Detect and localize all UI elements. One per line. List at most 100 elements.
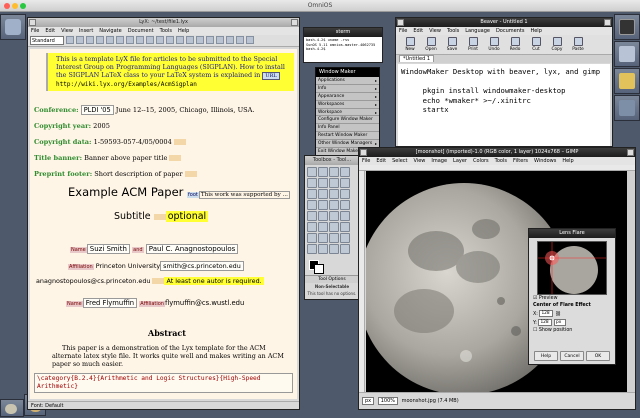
paragraph-style-select[interactable]: Standard bbox=[30, 36, 64, 45]
ert-note[interactable]: This is a template LyX file for articles… bbox=[46, 53, 294, 91]
redo-button[interactable]: Redo bbox=[505, 35, 525, 54]
pencil-icon[interactable] bbox=[340, 222, 350, 232]
menu-language[interactable]: Language bbox=[465, 28, 490, 34]
update-icon[interactable] bbox=[226, 36, 234, 44]
fg-bg-colors[interactable] bbox=[307, 259, 357, 274]
table-icon[interactable] bbox=[196, 36, 204, 44]
url-inset-label[interactable]: URL bbox=[262, 72, 280, 80]
footnote-inset-label[interactable]: foot bbox=[187, 192, 199, 198]
eraser-icon[interactable] bbox=[318, 233, 328, 243]
minimize-icon[interactable] bbox=[360, 149, 367, 156]
vertical-scrollbar[interactable] bbox=[627, 171, 635, 393]
author-2[interactable]: Paul C. Anagnostopoulos bbox=[145, 244, 239, 254]
sterm-titlebar[interactable]: sterm bbox=[304, 28, 382, 37]
spell-icon[interactable] bbox=[246, 36, 254, 44]
perspective-icon[interactable] bbox=[318, 211, 328, 221]
menu-view[interactable]: View bbox=[61, 28, 73, 34]
save-button[interactable]: Save bbox=[442, 35, 462, 54]
menu-insert[interactable]: Insert bbox=[79, 28, 93, 34]
email-1[interactable]: smith@cs.princeton.edu bbox=[160, 261, 244, 271]
redo-icon[interactable] bbox=[116, 36, 124, 44]
beaver-titlebar[interactable]: Beaver - Untitled 1 bbox=[396, 18, 612, 27]
paths-icon[interactable] bbox=[340, 178, 350, 188]
dock-tile-monitor[interactable] bbox=[614, 95, 640, 121]
move-icon[interactable] bbox=[340, 189, 350, 199]
zoom-icon[interactable] bbox=[318, 189, 328, 199]
menu-tools[interactable]: Tools bbox=[447, 28, 459, 34]
name-inset-label[interactable]: Name bbox=[66, 301, 83, 307]
ok-button[interactable]: OK bbox=[586, 351, 610, 361]
menu-item-workspaces[interactable]: Workspaces bbox=[316, 101, 379, 109]
noun-icon[interactable] bbox=[176, 36, 184, 44]
bucket-fill-icon[interactable] bbox=[318, 222, 328, 232]
menu-select[interactable]: Select bbox=[392, 158, 407, 164]
footnote-text[interactable]: This work was supported by ... bbox=[198, 191, 290, 199]
print-button[interactable]: Print bbox=[463, 35, 483, 54]
paintbrush-icon[interactable] bbox=[307, 233, 317, 243]
affiliation-inset-label[interactable]: Affiliation bbox=[139, 301, 165, 307]
ink-icon[interactable] bbox=[340, 233, 350, 243]
undo-button[interactable]: Undo bbox=[484, 35, 504, 54]
x-input[interactable]: 128 bbox=[539, 310, 554, 317]
print-icon[interactable] bbox=[96, 36, 104, 44]
menu-file[interactable]: File bbox=[362, 158, 370, 164]
ellipse-select-icon[interactable] bbox=[318, 167, 328, 177]
gimp-titlebar[interactable]: [moonshot] (imported)-1.0 (RGB color, 1 … bbox=[359, 148, 635, 157]
color-picker-icon[interactable] bbox=[307, 189, 317, 199]
new-doc-icon[interactable] bbox=[66, 36, 74, 44]
menu-navigate[interactable]: Navigate bbox=[99, 28, 121, 34]
name-inset-label[interactable]: Name bbox=[70, 247, 87, 253]
author-3[interactable]: Fred Flymuffin bbox=[82, 298, 138, 308]
toc-icon[interactable] bbox=[236, 36, 244, 44]
lyx-document[interactable]: This is a template LyX file for articles… bbox=[30, 49, 297, 399]
save-icon[interactable] bbox=[86, 36, 94, 44]
math-icon[interactable] bbox=[186, 36, 194, 44]
conference-name-inset[interactable]: PLDI '05 bbox=[80, 105, 114, 115]
undo-icon[interactable] bbox=[106, 36, 114, 44]
paste-icon[interactable] bbox=[146, 36, 154, 44]
figure-icon[interactable] bbox=[206, 36, 214, 44]
menu-item-restart[interactable]: Restart Window Maker bbox=[316, 132, 379, 141]
align-icon[interactable] bbox=[307, 200, 317, 210]
preview-checkbox-row[interactable]: ☑ Preview bbox=[529, 295, 615, 302]
smudge-icon[interactable] bbox=[329, 244, 339, 254]
free-select-icon[interactable] bbox=[329, 167, 339, 177]
rotate-icon[interactable] bbox=[329, 200, 339, 210]
menu-item-appearance[interactable]: Appearance bbox=[316, 93, 379, 101]
lens-flare-titlebar[interactable]: Lens Flare bbox=[529, 229, 615, 238]
rect-select-icon[interactable] bbox=[307, 167, 317, 177]
menu-item-workspace[interactable]: Workspace bbox=[316, 109, 379, 117]
toolbox-titlebar[interactable]: Toolbox - Tool... bbox=[305, 156, 359, 165]
menu-edit[interactable]: Edit bbox=[45, 28, 55, 34]
vertical-ruler[interactable] bbox=[359, 171, 365, 393]
dodge-burn-icon[interactable] bbox=[340, 244, 350, 254]
menu-item-info-panel[interactable]: Info Panel bbox=[316, 124, 379, 133]
menu-layer[interactable]: Layer bbox=[453, 158, 467, 164]
unit-select[interactable]: px bbox=[362, 397, 375, 405]
menu-documents[interactable]: Documents bbox=[496, 28, 525, 34]
menu-filters[interactable]: Filters bbox=[513, 158, 528, 164]
menu-colors[interactable]: Colors bbox=[473, 158, 489, 164]
menu-item-info[interactable]: Info bbox=[316, 85, 379, 93]
color-select-icon[interactable] bbox=[307, 178, 317, 188]
flip-icon[interactable] bbox=[329, 211, 339, 221]
menu-item-applications[interactable]: Applications bbox=[316, 77, 379, 85]
subtitle-optional[interactable]: optional bbox=[165, 211, 209, 222]
menu-image[interactable]: Image bbox=[431, 158, 447, 164]
cage-icon[interactable] bbox=[340, 211, 350, 221]
chain-icon[interactable]: ⛓ bbox=[555, 312, 561, 317]
copy-button[interactable]: Copy bbox=[547, 35, 567, 54]
blend-icon[interactable] bbox=[329, 222, 339, 232]
and-inset-label[interactable]: and bbox=[132, 247, 144, 253]
foreground-select-icon[interactable] bbox=[329, 178, 339, 188]
menu-edit[interactable]: Edit bbox=[413, 28, 423, 34]
dock-tile-terminal[interactable] bbox=[614, 14, 640, 40]
cut-icon[interactable] bbox=[126, 36, 134, 44]
new-button[interactable]: New bbox=[400, 35, 420, 54]
lyx-titlebar[interactable]: LyX: ~/test/file1.lyx bbox=[28, 18, 299, 27]
sterm-terminal[interactable]: bash-4.2$ uname -rsv SunOS 5.11 omnios-m… bbox=[304, 37, 382, 53]
text-icon[interactable] bbox=[307, 222, 317, 232]
clone-icon[interactable] bbox=[307, 244, 317, 254]
tab-untitled-1[interactable]: *Untitled 1 bbox=[399, 55, 435, 62]
menu-windows[interactable]: Windows bbox=[534, 158, 556, 164]
